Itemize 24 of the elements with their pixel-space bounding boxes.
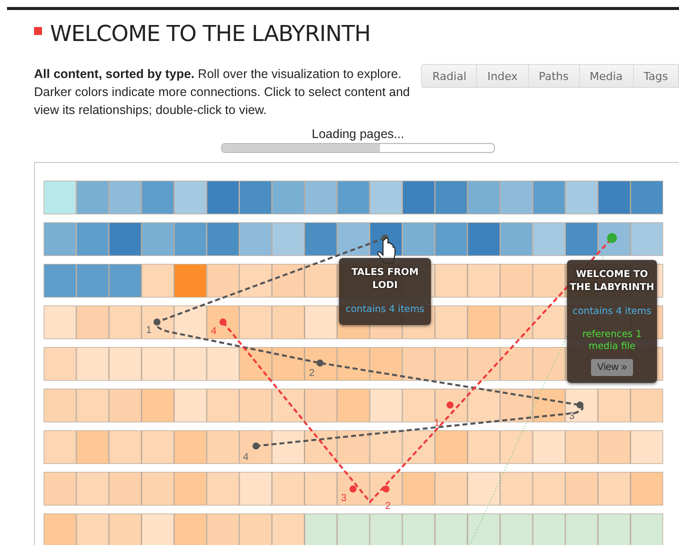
step-number: 3 xyxy=(569,411,575,422)
step-number: 2 xyxy=(385,501,391,512)
step-number: 2 xyxy=(309,368,315,379)
step-number: 3 xyxy=(341,493,347,504)
title-marker-icon xyxy=(34,27,42,35)
tooltip-count: contains 4 items xyxy=(572,306,652,317)
step-number: 1 xyxy=(434,418,440,429)
tooltip-references: references 1 media file xyxy=(581,329,643,353)
view-tab[interactable]: Index xyxy=(477,65,529,87)
view-tab[interactable]: Media xyxy=(580,65,634,87)
tooltip-count: contains 4 items xyxy=(344,304,426,315)
tooltip-title: TALES FROM LODI xyxy=(350,266,420,292)
selected-node-icon[interactable] xyxy=(607,233,617,243)
step-number: 1 xyxy=(146,325,152,336)
page-title: WELCOME TO THE LABYRINTH xyxy=(50,22,370,47)
step-number: 4 xyxy=(243,452,249,463)
view-tab[interactable]: Tags xyxy=(634,65,679,87)
intro-text: All content, sorted by type. Roll over the visualization to explore. Darker colors indicate more connections. Click to select content and view its relationships; double-click to view. xyxy=(34,66,411,119)
view-tab[interactable]: Radial xyxy=(422,65,478,87)
view-button[interactable]: View » xyxy=(591,359,633,376)
step-number: 4 xyxy=(211,326,217,337)
tooltip-title: WELCOME TO THE LABYRINTH xyxy=(568,268,656,294)
view-tab[interactable]: Paths xyxy=(528,65,580,87)
loading-label: Loading pages... xyxy=(312,127,404,141)
